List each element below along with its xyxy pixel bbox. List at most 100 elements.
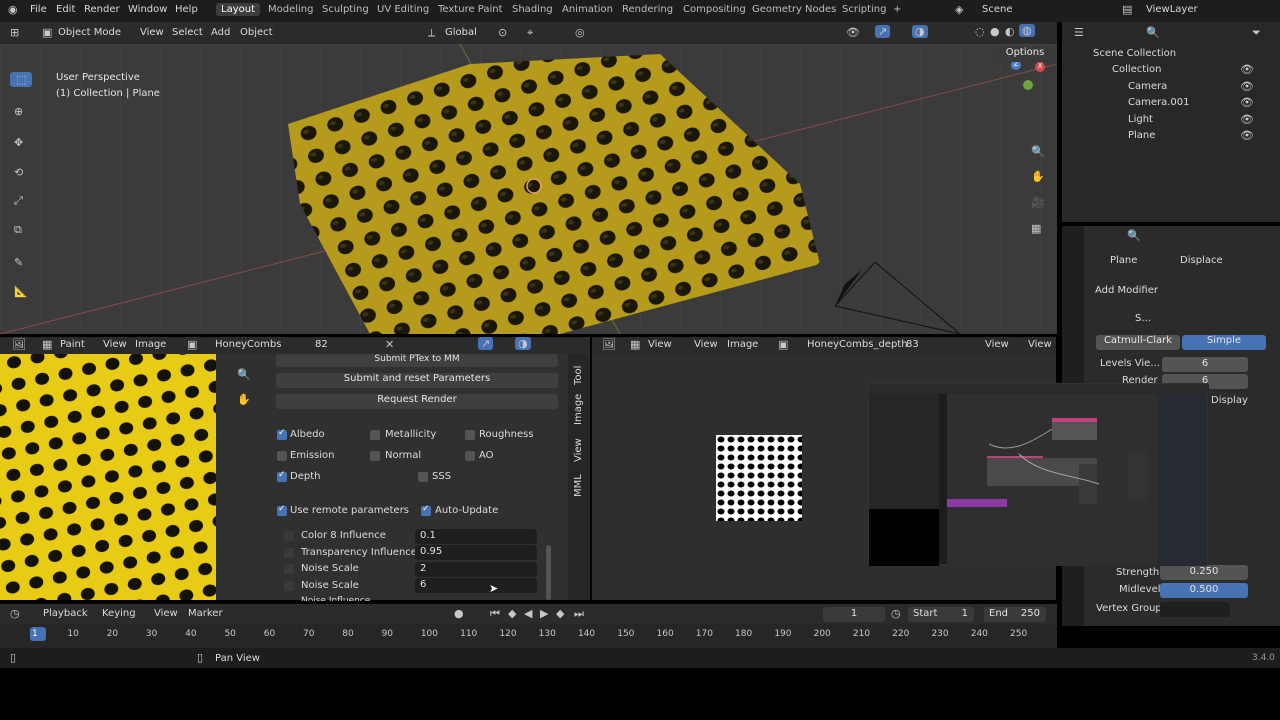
tab-scripting[interactable]: Scripting (842, 4, 886, 15)
roughness-checkbox[interactable] (465, 430, 475, 440)
depth-checkbox[interactable] (277, 470, 287, 482)
timeline-menu-marker[interactable]: Marker (188, 608, 223, 619)
tab-geometry-nodes[interactable]: Geometry Nodes (752, 4, 836, 15)
outliner-item-light[interactable]: Light (1128, 114, 1153, 125)
view-layer-icon[interactable]: ▤ (1122, 3, 1132, 16)
tab-modeling[interactable]: Modeling (268, 4, 314, 15)
sidebar-scrollbar[interactable] (546, 545, 551, 600)
depth-editor-menu-view-mode[interactable]: View (648, 339, 672, 350)
scene-icon[interactable]: ◈ (955, 3, 963, 16)
scale-tool-icon[interactable]: ⤢ (14, 194, 23, 208)
outliner-editor-icon[interactable]: ☰ (1074, 26, 1084, 39)
gizmo-x-icon[interactable]: X (1035, 62, 1045, 72)
strength-field[interactable]: 0.250 (1160, 565, 1248, 580)
tab-rendering[interactable]: Rendering (622, 4, 673, 15)
tab-sculpting[interactable]: Sculpting (322, 4, 369, 15)
sidebar-tab-mml[interactable]: MML (573, 474, 584, 497)
param-field[interactable]: 6 (415, 578, 537, 593)
outliner-scene-collection[interactable]: Scene Collection (1093, 48, 1176, 59)
pivot-icon[interactable]: ⊙ (498, 26, 507, 39)
play-icon[interactable]: ▶ (540, 607, 548, 620)
object-mode-dropdown[interactable]: Object Mode (58, 27, 121, 38)
levels-viewport-field[interactable]: 6 (1162, 357, 1248, 372)
depth-texture-thumbnail[interactable] (716, 435, 802, 521)
depth-image-users[interactable]: 83 (906, 339, 919, 350)
transform-orientation-dropdown[interactable]: Global (445, 27, 477, 38)
image-users-count[interactable]: 82 (315, 339, 328, 350)
outliner-item-plane[interactable]: Plane (1128, 130, 1155, 141)
sidebar-tab-view[interactable]: View (573, 438, 584, 462)
visibility-icon[interactable]: 👁 (846, 26, 860, 39)
image-editor-menu-image[interactable]: Image (135, 339, 166, 350)
request-render-button[interactable]: Request Render (276, 394, 558, 409)
tab-compositing[interactable]: Compositing (683, 4, 746, 15)
filter-icon[interactable]: ⏷ (1252, 26, 1261, 40)
play-reverse-icon[interactable]: ◀ (524, 607, 532, 620)
albedo-checkbox[interactable] (277, 428, 287, 440)
jump-start-icon[interactable]: ⏮ (490, 607, 500, 621)
image-editor-menu-view[interactable]: View (103, 339, 127, 350)
gizmo-y-icon[interactable] (1023, 80, 1033, 90)
normal-checkbox[interactable] (370, 451, 380, 461)
embedded-node-editor-window[interactable] (868, 383, 1209, 566)
sidebar-tab-image[interactable]: Image (573, 394, 584, 425)
end-frame-field[interactable]: End 250 (984, 607, 1046, 622)
submit-reset-button[interactable]: Submit and reset Parameters (276, 373, 558, 388)
sss-checkbox[interactable] (418, 472, 428, 482)
outliner-item-camera[interactable]: Camera (1128, 81, 1167, 92)
image-editor-type-icon[interactable]: 🖼 (12, 338, 26, 351)
jump-end-icon[interactable]: ⏭ (574, 607, 584, 621)
tab-layout[interactable]: Layout (216, 3, 260, 16)
zoom-icon[interactable]: 🔍 (1031, 145, 1045, 158)
param-lock-icon[interactable] (284, 548, 294, 558)
depth-editor-menu-image[interactable]: Image (727, 339, 758, 350)
timeline-menu-view[interactable]: View (154, 608, 178, 619)
image-editor-type-icon[interactable]: 🖼 (602, 338, 616, 351)
visibility-eye-icon[interactable]: 👁 (1240, 129, 1254, 142)
pan-hand-icon[interactable]: ✋ (1031, 170, 1045, 183)
shading-wireframe-icon[interactable]: ◌ (975, 25, 985, 38)
image-browse-icon[interactable]: ▣ (778, 338, 788, 351)
timeline-editor-icon[interactable]: ◷ (10, 607, 20, 620)
menu-help[interactable]: Help (175, 4, 198, 15)
depth-image-name[interactable]: HoneyCombs_depth (807, 339, 908, 350)
honeycomb-texture-image[interactable] (0, 354, 216, 600)
add-workspace-icon[interactable]: + (893, 4, 901, 15)
metallicity-checkbox[interactable] (370, 430, 380, 440)
menu-edit[interactable]: Edit (56, 4, 75, 15)
visibility-eye-icon[interactable]: 👁 (1240, 80, 1254, 93)
param-field[interactable]: 2 (415, 562, 537, 577)
pan-hand-icon[interactable]: ✋ (237, 393, 251, 406)
cursor-tool-icon[interactable]: ⊕ (14, 105, 23, 118)
preview-range-icon[interactable]: ◷ (891, 607, 901, 620)
depth-editor-menu-view[interactable]: View (694, 339, 718, 350)
annotate-tool-icon[interactable]: ✎ (14, 256, 23, 269)
timeline-menu-keying[interactable]: Keying (102, 608, 136, 619)
outliner-search-icon[interactable]: 🔍 (1146, 26, 1160, 39)
auto-update-checkbox[interactable] (421, 504, 431, 516)
scene-name[interactable]: Scene (982, 4, 1013, 15)
outliner-collection[interactable]: Collection (1112, 64, 1161, 75)
close-image-icon[interactable]: ✕ (385, 338, 394, 351)
catmull-clark-button[interactable]: Catmull-Clark (1096, 335, 1180, 350)
tab-texture-paint[interactable]: Texture Paint (438, 4, 503, 15)
transform-tool-icon[interactable]: ⧉ (14, 223, 22, 237)
shading-rendered-icon[interactable]: ◍ (1019, 24, 1035, 37)
image-name-field[interactable]: HoneyCombs (215, 339, 281, 350)
shading-solid-icon[interactable]: ● (990, 25, 1000, 38)
timeline-menu-playback[interactable]: Playback (43, 608, 88, 619)
submit-ptex-button[interactable]: Submit PTex to MM (276, 354, 558, 367)
visibility-eye-icon[interactable]: 👁 (1240, 96, 1254, 109)
proportional-edit-icon[interactable]: ◎ (575, 26, 585, 39)
add-modifier-button[interactable]: Add Modifier (1095, 285, 1158, 296)
blender-logo-icon[interactable]: ◉ (8, 3, 18, 16)
measure-tool-icon[interactable]: 📐 (14, 285, 28, 298)
3d-viewport[interactable]: User Perspective (1) Collection | Plane … (0, 44, 1057, 334)
viewport-menu-view[interactable]: View (140, 27, 164, 38)
view-dropdown[interactable]: View (985, 339, 1009, 350)
shading-material-icon[interactable]: ◐ (1005, 25, 1015, 38)
emission-checkbox[interactable] (277, 451, 287, 461)
tab-uv-editing[interactable]: UV Editing (377, 4, 429, 15)
visibility-eye-icon[interactable]: 👁 (1240, 113, 1254, 126)
view-dropdown-2[interactable]: View (1028, 339, 1052, 350)
